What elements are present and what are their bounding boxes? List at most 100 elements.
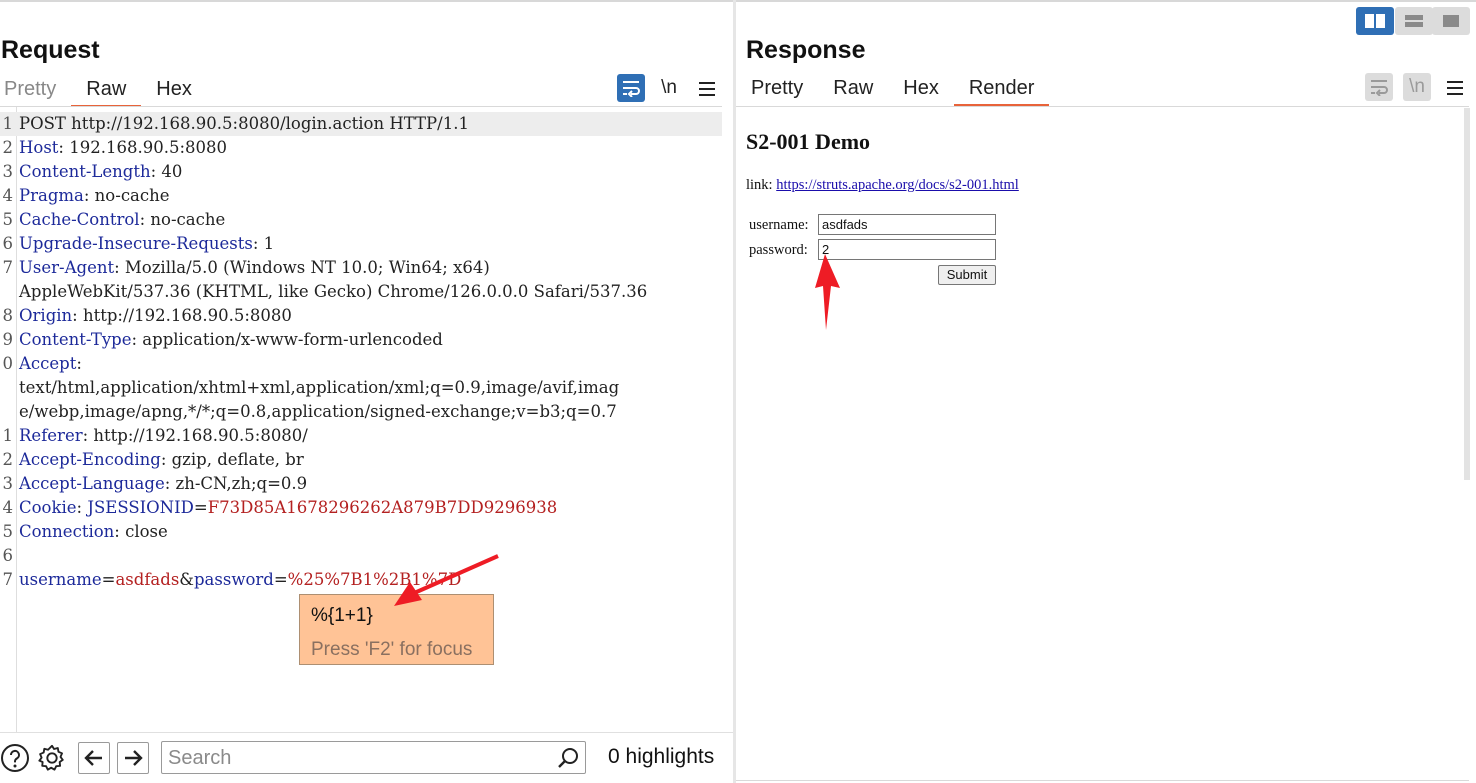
line-text: Origin: http://192.168.90.5:8080 bbox=[19, 304, 292, 328]
code-line[interactable]: 3 Accept-Language: zh-CN,zh;q=0.9 bbox=[0, 472, 722, 496]
line-number: 1 bbox=[2, 114, 14, 133]
token: Content-Type bbox=[19, 330, 132, 349]
code-line[interactable]: 1 POST http://192.168.90.5:8080/login.act… bbox=[0, 112, 722, 136]
line-text: e/webp,image/apng,*/*;q=0.8,application/… bbox=[19, 400, 617, 424]
request-title: Request bbox=[1, 36, 100, 64]
token: Host bbox=[19, 138, 59, 157]
show-newlines-button[interactable]: \n bbox=[655, 74, 683, 102]
rendered-link[interactable]: https://struts.apache.org/docs/s2-001.ht… bbox=[776, 177, 1019, 193]
tab-hex[interactable]: Hex bbox=[141, 73, 207, 107]
code-line[interactable]: 9 Content-Type: application/x-www-form-ur… bbox=[0, 328, 722, 352]
previous-match-button[interactable] bbox=[78, 742, 110, 774]
token: Accept-Encoding bbox=[19, 450, 161, 469]
tab-pretty[interactable]: Pretty bbox=[0, 73, 71, 107]
line-text: text/html,application/xhtml+xml,applicat… bbox=[19, 376, 619, 400]
code-line[interactable]: 5 Connection: close bbox=[0, 520, 722, 544]
tab-raw[interactable]: Raw bbox=[71, 73, 142, 107]
token: : bbox=[76, 354, 82, 373]
token: : 192.168.90.5:8080 bbox=[58, 138, 227, 157]
tab-render[interactable]: Render bbox=[953, 72, 1050, 106]
line-number: 5 bbox=[2, 210, 14, 229]
scrollbar-thumb[interactable] bbox=[1464, 108, 1470, 480]
code-line[interactable]: 3 Content-Length: 40 bbox=[0, 160, 722, 184]
tab-hex[interactable]: Hex bbox=[888, 72, 954, 106]
code-line[interactable]: AppleWebKit/537.36 (KHTML, like Gecko) C… bbox=[0, 280, 722, 304]
show-newlines-button[interactable]: \n bbox=[1403, 73, 1431, 101]
line-text: Cache-Control: no-cache bbox=[19, 208, 225, 232]
token: F73D85A1678296262A879B7DD9296938 bbox=[207, 498, 558, 517]
token: Cookie bbox=[19, 498, 77, 517]
code-line[interactable]: 6 Upgrade-Insecure-Requests: 1 bbox=[0, 232, 722, 256]
token: = bbox=[101, 570, 116, 589]
token: = bbox=[193, 498, 208, 517]
response-title: Response bbox=[746, 36, 866, 64]
tab-raw[interactable]: Raw bbox=[818, 72, 888, 106]
token: password bbox=[193, 570, 274, 589]
help-button[interactable] bbox=[0, 743, 30, 773]
settings-button[interactable] bbox=[37, 743, 67, 773]
token: : Mozilla/5.0 (Windows NT 10.0; Win64; x… bbox=[114, 258, 490, 277]
token: POST http://192.168.90.5:8080/login.acti… bbox=[19, 114, 469, 133]
request-search-bar: 0 highlights bbox=[0, 732, 733, 783]
token: : close bbox=[114, 522, 168, 541]
token: Connection bbox=[19, 522, 115, 541]
token: & bbox=[179, 570, 194, 589]
line-number: 2 bbox=[2, 450, 14, 469]
username-field[interactable] bbox=[818, 214, 996, 235]
request-tabs: Pretty Raw Hex bbox=[0, 73, 207, 107]
code-line[interactable]: e/webp,image/apng,*/*;q=0.8,application/… bbox=[0, 400, 722, 424]
tab-pretty[interactable]: Pretty bbox=[736, 72, 818, 106]
line-number: 4 bbox=[2, 186, 14, 205]
decoded-value-tooltip[interactable]: %{1+1} Press 'F2' for focus bbox=[299, 594, 494, 665]
next-match-button[interactable] bbox=[117, 742, 149, 774]
code-line[interactable]: 8 Origin: http://192.168.90.5:8080 bbox=[0, 304, 722, 328]
rendered-heading: S2-001 Demo bbox=[746, 129, 871, 154]
token: : no-cache bbox=[139, 210, 226, 229]
rendered-response: S2-001 Demo link: https://struts.apache.… bbox=[736, 106, 1470, 781]
code-line[interactable]: text/html,application/xhtml+xml,applicat… bbox=[0, 376, 722, 400]
token: : no-cache bbox=[83, 186, 170, 205]
submit-button[interactable]: Submit bbox=[938, 265, 996, 285]
line-number: 6 bbox=[2, 546, 14, 565]
menu-icon[interactable] bbox=[693, 75, 721, 103]
rendered-link-row: link: https://struts.apache.org/docs/s2-… bbox=[746, 177, 1019, 194]
token: Origin bbox=[19, 306, 73, 325]
token: e/webp,image/apng,*/*;q=0.8,application/… bbox=[19, 402, 617, 421]
wrap-lines-button[interactable] bbox=[617, 74, 645, 102]
search-input[interactable] bbox=[168, 746, 548, 770]
code-line[interactable]: 2 Host: 192.168.90.5:8080 bbox=[0, 136, 722, 160]
arrow-right-icon bbox=[125, 750, 143, 766]
token: AppleWebKit/537.36 (KHTML, like Gecko) C… bbox=[19, 282, 648, 301]
code-line[interactable]: 7 User-Agent: Mozilla/5.0 (Windows NT 10.… bbox=[0, 256, 722, 280]
token: text/html,application/xhtml+xml,applicat… bbox=[19, 378, 620, 397]
line-text: Upgrade-Insecure-Requests: 1 bbox=[19, 232, 274, 256]
tooltip-hint: Press 'F2' for focus bbox=[311, 639, 473, 660]
line-text: Pragma: no-cache bbox=[19, 184, 170, 208]
code-line[interactable]: 0 Accept: bbox=[0, 352, 722, 376]
token: User-Agent bbox=[19, 258, 115, 277]
password-field[interactable] bbox=[818, 239, 996, 260]
token: Cache-Control bbox=[19, 210, 140, 229]
token: Accept-Language bbox=[19, 474, 165, 493]
search-icon[interactable] bbox=[557, 747, 579, 769]
token: : http://192.168.90.5:8080/ bbox=[82, 426, 308, 445]
wrap-lines-button[interactable] bbox=[1365, 73, 1393, 101]
token: Content-Length bbox=[19, 162, 151, 181]
tooltip-decoded-value: %{1+1} bbox=[311, 605, 373, 626]
menu-icon[interactable] bbox=[1441, 74, 1469, 102]
code-line[interactable]: 7 username=asdfads&password=%25%7B1%2B1%7… bbox=[0, 568, 722, 592]
line-number: 5 bbox=[2, 522, 14, 541]
token: Accept bbox=[19, 354, 77, 373]
line-number: 1 bbox=[2, 426, 14, 445]
code-line[interactable]: 4 Pragma: no-cache bbox=[0, 184, 722, 208]
password-label: password: bbox=[749, 242, 808, 258]
code-line[interactable]: 2 Accept-Encoding: gzip, deflate, br bbox=[0, 448, 722, 472]
code-line[interactable]: 5 Cache-Control: no-cache bbox=[0, 208, 722, 232]
code-line[interactable]: 1 Referer: http://192.168.90.5:8080/ bbox=[0, 424, 722, 448]
line-text: Host: 192.168.90.5:8080 bbox=[19, 136, 227, 160]
code-line[interactable]: 4 Cookie: JSESSIONID=F73D85A1678296262A87… bbox=[0, 496, 722, 520]
highlights-count: 0 highlights bbox=[608, 745, 715, 768]
code-line[interactable]: 6 bbox=[0, 544, 722, 568]
token: %25%7B1%2B1%7D bbox=[287, 570, 462, 589]
token: : http://192.168.90.5:8080 bbox=[72, 306, 292, 325]
